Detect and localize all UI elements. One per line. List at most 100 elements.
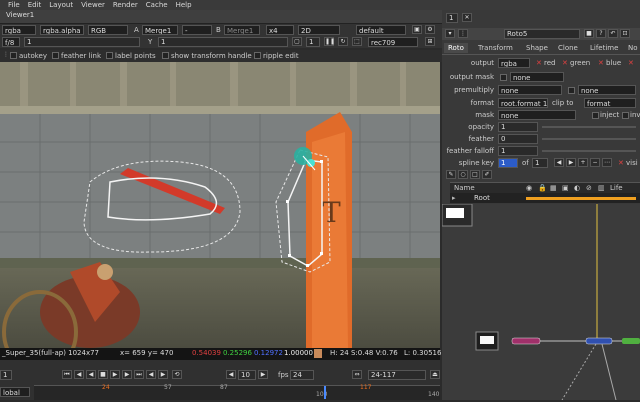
invert-checkbox[interactable] [622,112,629,119]
tab-lifetime[interactable]: Lifetime [590,43,618,53]
input-a-dropdown[interactable]: Merge1 [142,25,178,35]
lock-column-icon[interactable]: 🔒 [538,183,547,193]
feather-falloff-slider[interactable] [542,150,636,152]
stop-icon[interactable]: ■ [98,370,108,379]
float-panel-icon[interactable]: ⊡ [620,29,630,38]
alpha-channel-dropdown[interactable]: rgba.alpha [40,25,84,35]
next-keyframe-icon[interactable]: ▶ [122,370,132,379]
prev-key-icon[interactable]: ◀ [554,158,564,167]
menu-help[interactable]: Help [176,0,192,10]
gain-input[interactable]: 1 [24,37,140,47]
overlay-column-icon[interactable]: ▣ [562,183,569,193]
frame-range-input[interactable]: 24-117 [368,370,426,380]
tab-clone[interactable]: Clone [558,43,578,53]
ripple-edit-checkbox[interactable] [254,52,261,59]
undo-icon[interactable]: ↶ [608,29,618,38]
mask-dropdown[interactable]: none [498,110,576,120]
spline-total-input[interactable]: 1 [532,158,548,168]
range-icon[interactable]: ⇔ [352,370,362,379]
feather-falloff-input[interactable]: 1 [498,146,538,156]
color-column-icon[interactable]: ▦ [550,183,557,193]
zoom-dropdown[interactable]: x4 [266,25,294,35]
tab-node[interactable]: No [628,43,638,53]
output-mask-checkbox[interactable] [500,74,507,81]
motion-blur-column-icon[interactable]: ▥ [598,183,605,193]
channels-dropdown[interactable]: rgba [2,25,36,35]
view-mode-dropdown[interactable]: 2D [298,25,340,35]
step-back-increment-icon[interactable]: ◀ [226,370,236,379]
settings-icon[interactable]: ⚙ [425,25,435,34]
close-all-panels-icon[interactable]: ✕ [462,13,472,22]
feather-input[interactable]: 0 [498,134,538,144]
lut-dropdown[interactable]: default [356,25,406,35]
colorspace-dropdown[interactable]: rec709 [368,37,418,47]
menu-render[interactable]: Render [113,0,138,10]
tab-transform[interactable]: Transform [478,43,513,53]
first-frame-icon[interactable]: ⏮ [62,370,72,379]
last-frame-icon[interactable]: ⏭ [134,370,144,379]
show-transform-handle-checkbox[interactable] [162,52,169,59]
opacity-input[interactable]: 1 [498,122,538,132]
wipe-icon[interactable]: ▣ [412,25,422,34]
label-points-checkbox[interactable] [106,52,113,59]
frame-input[interactable]: 1 [0,370,12,380]
expand-icon[interactable]: ▸ [452,193,456,203]
fstop-dropdown[interactable]: f/8 [2,37,20,47]
premultiply2-dropdown[interactable]: none [578,85,636,95]
loop-icon[interactable]: ⟲ [172,370,182,379]
panel-count-input[interactable]: 1 [446,13,458,23]
alpha-channel-check-icon[interactable]: ✕ [628,58,634,68]
next-key-icon[interactable]: ▶ [566,158,576,167]
opacity-slider[interactable] [542,126,636,128]
gamma-input[interactable]: 1 [158,37,288,47]
tab-viewer1[interactable]: Viewer1 [6,11,34,19]
visible-check-icon[interactable]: ✕ [618,158,624,168]
display-channel-dropdown[interactable]: RGB [88,25,128,35]
ellipse-tool-icon[interactable]: ○ [458,170,468,179]
blue-channel-check-icon[interactable]: ✕ [598,58,604,68]
tab-roto[interactable]: Roto [444,43,468,53]
visible-column-icon[interactable]: ◉ [526,183,532,193]
node-name-input[interactable]: Roto5 [504,29,580,39]
node-color-icon[interactable]: ■ [584,29,594,38]
play-backward-icon[interactable]: ◀ [86,370,96,379]
invert-column-icon[interactable]: ◐ [574,183,580,193]
output-dropdown[interactable]: rgba [498,58,530,68]
help-icon[interactable]: ? [596,29,606,38]
range-options-icon[interactable]: ⏏ [430,370,440,379]
bezier-tool-icon[interactable]: ✎ [446,170,456,179]
step-back-icon[interactable]: ◀ [146,370,156,379]
node-graph[interactable] [441,203,640,401]
pause-icon[interactable]: ❚❚ [324,37,335,46]
menu-file[interactable]: File [8,0,20,10]
step-increment-input[interactable]: 10 [238,370,256,380]
autokey-checkbox[interactable] [10,52,17,59]
clip-to-dropdown[interactable]: format [584,98,636,108]
viewer-canvas[interactable]: T [0,62,440,348]
red-channel-check-icon[interactable]: ✕ [536,58,542,68]
menu-layout[interactable]: Layout [49,0,73,10]
global-dropdown[interactable]: lobal [0,387,30,397]
key-options-icon[interactable]: ⋯ [602,158,612,167]
pin-icon[interactable]: ⊞ [425,37,435,46]
collapse-icon[interactable]: ▾ [445,29,455,38]
format-dropdown[interactable]: root.format 1 [498,98,548,108]
proxy-input[interactable]: 1 [306,37,320,47]
spline-key-input[interactable]: 1 [498,158,518,168]
refresh-icon[interactable]: ↻ [338,37,348,46]
rectangle-tool-icon[interactable]: □ [470,170,480,179]
feather-slider[interactable] [542,138,636,140]
feather-link-checkbox[interactable] [52,52,59,59]
compare-mode-dropdown[interactable]: - [182,25,212,35]
delete-key-icon[interactable]: − [590,158,600,167]
inject-checkbox[interactable] [592,112,599,119]
frame-slider[interactable]: 24 57 87 100 117 140 [34,384,440,400]
premultiply-checkbox[interactable] [568,87,575,94]
roi-icon[interactable]: ▢ [292,37,302,46]
menu-cache[interactable]: Cache [146,0,168,10]
prev-keyframe-icon[interactable]: ◀ [74,370,84,379]
output-mask-dropdown[interactable]: none [510,72,564,82]
input-b-dropdown[interactable]: Merge1 [224,25,260,35]
playhead[interactable] [324,386,326,399]
step-forward-icon[interactable]: ▶ [158,370,168,379]
